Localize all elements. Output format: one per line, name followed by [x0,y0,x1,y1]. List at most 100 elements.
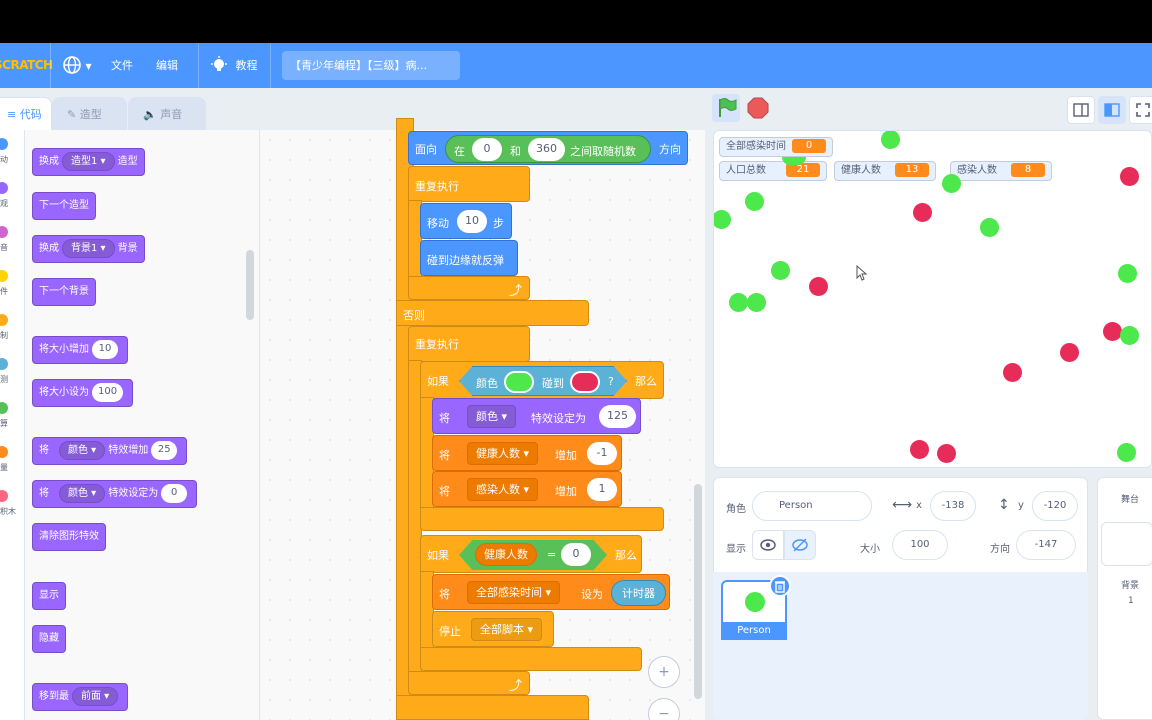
healthy-variable-reporter[interactable]: 健康人数 [475,543,537,566]
effect-dropdown[interactable]: 颜色 ▾ [59,483,106,503]
person-sprite-infected[interactable] [1060,343,1079,362]
person-sprite-healthy[interactable] [771,261,790,280]
move-block[interactable]: 移动 10 步 [420,203,512,239]
effect-set-input[interactable]: 0 [161,483,188,503]
if-block[interactable]: 如果 颜色 碰到 ? 那么 [420,361,664,399]
next-backdrop-block[interactable]: 下一个背景 [32,278,96,306]
person-sprite-healthy[interactable] [942,174,961,193]
project-title-input[interactable]: 【青少年编程】【三级】病... [282,51,460,80]
move-steps-input[interactable]: 10 [457,210,487,233]
stage-canvas[interactable]: 全部感染时间 0 人口总数 21 健康人数 13 感染人数 8 [713,130,1152,468]
stop-block[interactable]: 停止 全部脚本 ▾ [432,611,554,647]
switch-costume-block[interactable]: 换成 造型1 ▾ 造型 [32,148,145,176]
next-costume-block[interactable]: 下一个造型 [32,192,96,220]
person-sprite-healthy[interactable] [881,131,900,149]
hide-sprite-button[interactable] [784,530,816,560]
category-label[interactable]: 测 [0,374,8,385]
change-healthy-block[interactable]: 将 健康人数 ▾ 增加 -1 [432,435,622,471]
category-label[interactable]: 算 [0,418,8,429]
change-value-input[interactable]: -1 [587,442,617,465]
person-sprite-healthy[interactable] [980,218,999,237]
language-menu[interactable]: ▼ [62,43,92,88]
zoom-in-button[interactable]: + [648,656,680,688]
category-label[interactable]: 件 [0,286,8,297]
stop-button[interactable] [744,94,772,122]
tutorials-button[interactable]: 教程 [210,43,258,88]
go-to-layer-block[interactable]: 移到最 前面 ▾ [32,683,129,711]
timer-reporter[interactable]: 计时器 [611,580,666,606]
change-value-input[interactable]: 1 [587,478,617,501]
effect-change-input[interactable]: 25 [151,440,178,460]
set-effect-block[interactable]: 将 颜色 ▾ 特效设定为 125 [432,398,641,434]
costume-dropdown[interactable]: 造型1 ▾ [62,151,115,171]
color-swatch-green[interactable] [504,371,534,393]
person-sprite-healthy[interactable] [745,192,764,211]
category-label[interactable]: 动 [0,154,8,165]
else-label-bar[interactable]: 否则 [396,300,589,326]
effect-value-input[interactable]: 125 [599,405,636,428]
variable-dropdown[interactable]: 健康人数 ▾ [467,442,539,465]
tab-costumes[interactable]: ✎ 造型 [52,97,127,130]
clear-effects-block[interactable]: 清除图形特效 [32,523,106,551]
size-input[interactable]: 100 [892,530,948,560]
hide-block[interactable]: 隐藏 [32,625,66,653]
y-position-input[interactable]: -120 [1032,491,1078,521]
size-change-input[interactable]: 10 [92,339,118,359]
person-sprite-infected[interactable] [913,203,932,222]
file-menu[interactable]: 文件 [111,43,133,88]
person-sprite-infected[interactable] [937,444,956,463]
switch-backdrop-block[interactable]: 换成 背景1 ▾ 背景 [32,235,145,263]
set-effect-block[interactable]: 将颜色 ▾ 特效设定为 0 [32,480,198,508]
person-sprite-healthy[interactable] [747,293,766,312]
if-block[interactable]: 如果 健康人数 = 0 那么 [420,535,642,573]
person-sprite-healthy[interactable] [714,210,731,229]
category-label[interactable]: 观 [0,198,8,209]
random-to-input[interactable]: 360 [528,138,565,161]
tab-sounds[interactable]: 🔈 声音 [128,97,206,130]
change-size-block[interactable]: 将大小增加 10 [32,336,128,364]
category-label[interactable]: 制 [0,330,8,341]
person-sprite-infected[interactable] [910,440,929,459]
show-block[interactable]: 显示 [32,582,66,610]
forever-block[interactable]: 重复执行 [408,166,530,202]
change-infected-block[interactable]: 将 感染人数 ▾ 增加 1 [432,471,622,507]
random-from-input[interactable]: 0 [472,138,502,161]
point-in-direction-block[interactable]: 面向 在 0 和 360 之间取随机数 方向 [408,131,688,165]
layer-dropdown[interactable]: 前面 ▾ [72,686,119,706]
person-sprite-infected[interactable] [1003,363,1022,382]
category-label[interactable]: 音 [0,242,8,253]
touching-color-sensor[interactable]: 颜色 碰到 ? [459,366,627,396]
effect-dropdown[interactable]: 颜色 ▾ [59,440,106,460]
normal-stage-button[interactable] [1098,96,1126,124]
forever-block[interactable]: 重复执行 [408,326,530,362]
category-label[interactable]: 积木 [0,506,16,517]
tab-code[interactable]: ≡ 代码 [0,97,52,130]
forever-bottom[interactable]: ⤴ [408,276,530,300]
bounce-on-edge-block[interactable]: 碰到边缘就反弹 [420,240,518,276]
person-sprite-healthy[interactable] [1120,326,1139,345]
sprite-name-input[interactable]: Person [752,491,872,521]
if-bottom[interactable] [420,647,642,671]
change-effect-block[interactable]: 将颜色 ▾ 特效增加 25 [32,437,188,465]
person-sprite-healthy[interactable] [1117,443,1136,462]
size-set-input[interactable]: 100 [92,382,124,402]
if-bottom[interactable] [420,507,664,531]
set-variable-block[interactable]: 将 全部感染时间 ▾ 设为 计时器 [432,574,670,610]
forever-bottom[interactable]: ⤴ [408,671,530,695]
set-size-block[interactable]: 将大小设为 100 [32,379,134,407]
script-scrollbar[interactable] [694,484,702,699]
fullscreen-button[interactable] [1129,96,1152,124]
direction-input[interactable]: -147 [1016,530,1076,560]
small-stage-button[interactable] [1067,96,1095,124]
equals-value-input[interactable]: 0 [561,543,591,566]
stage-selector-pane[interactable]: 舞台 背景 1 [1097,477,1152,720]
palette-scrollbar[interactable] [246,250,254,320]
delete-sprite-button[interactable] [769,575,791,597]
backdrop-dropdown[interactable]: 背景1 ▾ [62,238,115,258]
stop-option-dropdown[interactable]: 全部脚本 ▾ [471,618,543,641]
stage-thumbnail[interactable] [1101,522,1152,566]
show-sprite-button[interactable] [752,530,784,560]
equals-operator[interactable]: 健康人数 = 0 [459,540,607,570]
person-sprite-healthy[interactable] [1118,264,1137,283]
edit-menu[interactable]: 编辑 [156,43,178,88]
